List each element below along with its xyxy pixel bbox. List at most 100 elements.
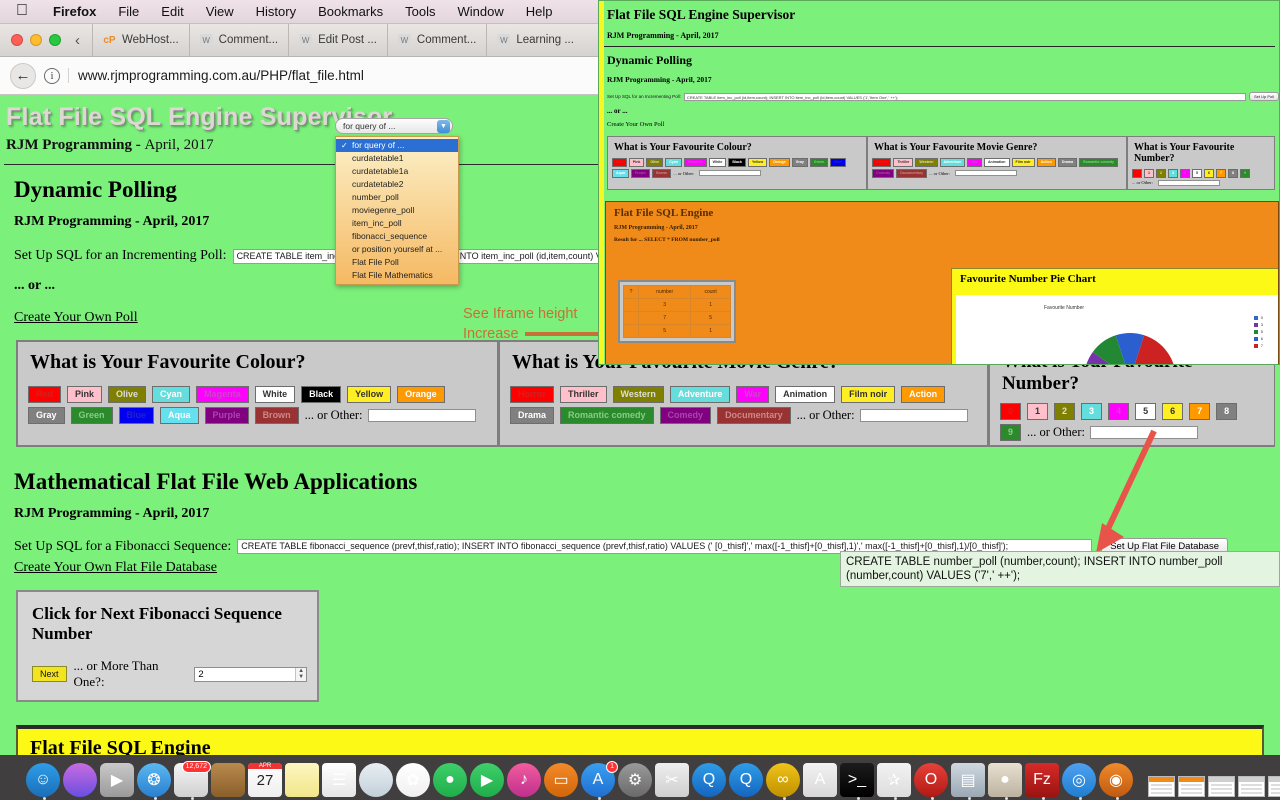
poll-option-aqua[interactable]: Aqua: [160, 407, 199, 424]
poll-other-input[interactable]: [1157, 179, 1220, 186]
apple-logo-icon[interactable]: : [10, 2, 42, 21]
poll-option-9[interactable]: 9: [1240, 169, 1250, 178]
poll-option-magenta[interactable]: Magenta: [683, 158, 707, 167]
poll-option-5[interactable]: 5: [1135, 403, 1157, 420]
dropdown-option-fibonacci-sequence[interactable]: fibonacci_sequence: [336, 230, 458, 243]
tab-comment-2[interactable]: W Comment...: [386, 24, 486, 57]
poll-option-orange[interactable]: Orange: [769, 158, 790, 167]
poll-option-gray[interactable]: Gray: [28, 407, 65, 424]
poll-option-yellow[interactable]: Yellow: [747, 158, 768, 167]
poll-other-input[interactable]: [955, 170, 1018, 176]
poll-option-pink[interactable]: Pink: [67, 386, 103, 403]
search-icon[interactable]: Q: [729, 763, 763, 797]
window2-setup-poll-button[interactable]: Set Up Poll: [1248, 92, 1279, 101]
siri-icon[interactable]: [63, 763, 97, 797]
poll-option-pink[interactable]: Pink: [628, 158, 645, 167]
menu-item-history[interactable]: History: [245, 4, 307, 19]
window-doc-2[interactable]: [1238, 776, 1265, 797]
next-fibonacci-button[interactable]: Next: [32, 666, 67, 682]
poll-option-adventure[interactable]: Adventure: [939, 158, 966, 167]
menu-item-bookmarks[interactable]: Bookmarks: [307, 4, 394, 19]
poll-option-comedy[interactable]: Comedy: [659, 407, 712, 424]
calendar-icon[interactable]: APR 27: [248, 763, 282, 797]
system-preferences-icon[interactable]: ⚙: [618, 763, 652, 797]
menu-item-file[interactable]: File: [107, 4, 150, 19]
poll-option-drama[interactable]: Drama: [510, 407, 555, 424]
window-orange-1[interactable]: [1148, 776, 1175, 797]
poll-option-drama[interactable]: Drama: [1057, 158, 1078, 167]
poll-option-orange[interactable]: Orange: [397, 386, 445, 403]
poll-option-2[interactable]: 2: [1156, 169, 1166, 178]
poll-option-horror[interactable]: Horror: [510, 386, 555, 403]
poll-option-8[interactable]: 8: [1228, 169, 1238, 178]
poll-option-black[interactable]: Black: [301, 386, 342, 403]
poll-option-cyan[interactable]: Cyan: [152, 386, 191, 403]
itunes-icon[interactable]: ♪: [507, 763, 541, 797]
facetime-icon[interactable]: ▶: [470, 763, 504, 797]
poll-option-action[interactable]: Action: [1036, 158, 1056, 167]
maximize-window-button[interactable]: [49, 34, 61, 46]
tab-scroll-left-icon[interactable]: ‹: [71, 32, 92, 49]
reminders-icon[interactable]: ☰: [322, 763, 356, 797]
poll-option-9[interactable]: 9: [1000, 424, 1022, 441]
window-doc-1[interactable]: [1208, 776, 1235, 797]
stepper-buttons[interactable]: ▲ ▼: [295, 667, 306, 681]
menu-item-edit[interactable]: Edit: [150, 4, 194, 19]
poll-option-black[interactable]: Black: [728, 158, 746, 167]
site-info-icon[interactable]: i: [44, 67, 60, 84]
dropdown-option-or-position-yourself-at[interactable]: or position yourself at ...: [336, 243, 458, 256]
poll-option-western[interactable]: Western: [915, 158, 938, 167]
komodo-icon[interactable]: ∞: [766, 763, 800, 800]
poll-option-western[interactable]: Western: [612, 386, 664, 403]
window2-sql-input[interactable]: CREATE TABLE item_inc_poll (id,item,coun…: [683, 92, 1246, 101]
dropdown-option-curdatetable1a[interactable]: curdatetable1a: [336, 165, 458, 178]
dropdown-option-item-inc-poll[interactable]: item_inc_poll: [336, 217, 458, 230]
poll-option-red[interactable]: Red: [612, 158, 627, 167]
poll-option-6[interactable]: 6: [1162, 403, 1184, 420]
poll-option-2[interactable]: 2: [1054, 403, 1076, 420]
poll-option-thriller[interactable]: Thriller: [560, 386, 607, 403]
poll-option-romantic-comedy[interactable]: Romantic comedy: [560, 407, 654, 424]
create-flat-file-database-link[interactable]: Create Your Own Flat File Database: [14, 560, 217, 576]
poll-option-0[interactable]: 0: [1132, 169, 1142, 178]
terminal-icon[interactable]: >_: [840, 763, 874, 800]
poll-option-olive[interactable]: Olive: [108, 386, 147, 403]
launchpad-icon[interactable]: ▶: [100, 763, 134, 797]
create-your-own-poll-link[interactable]: Create Your Own Poll: [14, 310, 138, 326]
menu-item-view[interactable]: View: [195, 4, 245, 19]
poll-option-4[interactable]: 4: [1180, 169, 1190, 178]
poll-option-comedy[interactable]: Comedy: [872, 168, 895, 178]
textedit-icon[interactable]: A: [803, 763, 837, 797]
menu-item-help[interactable]: Help: [515, 4, 564, 19]
poll-option-documentary[interactable]: Documentary: [896, 168, 928, 178]
poll-option-red[interactable]: Red: [28, 386, 62, 403]
window2-create-poll-link[interactable]: Create Your Own Poll: [607, 121, 1279, 128]
messages-icon[interactable]: ●: [433, 763, 467, 797]
filezilla-icon[interactable]: Fz: [1025, 763, 1059, 800]
poll-option-green[interactable]: Green: [70, 407, 113, 424]
finder-icon[interactable]: ☺: [26, 763, 60, 800]
photos-app-icon[interactable]: ✿: [396, 763, 430, 797]
poll-option-0[interactable]: 0: [1000, 403, 1022, 420]
tab-edit-post[interactable]: W Edit Post ...: [288, 24, 387, 57]
poll-option-brown[interactable]: Brown: [254, 407, 299, 424]
poll-option-olive[interactable]: Olive: [646, 158, 664, 167]
sequel-pro-icon[interactable]: ▤: [951, 763, 985, 800]
ibooks-icon[interactable]: ▭: [544, 763, 578, 797]
poll-option-blue[interactable]: Blue: [118, 407, 155, 424]
notes-icon[interactable]: [285, 763, 319, 797]
contacts-icon[interactable]: [211, 763, 245, 797]
poll-option-adventure[interactable]: Adventure: [669, 386, 731, 403]
preview-icon[interactable]: ✂: [655, 763, 689, 797]
poll-option-3[interactable]: 3: [1081, 403, 1103, 420]
poll-option-yellow[interactable]: Yellow: [347, 386, 392, 403]
more-than-one-stepper[interactable]: ▲ ▼: [194, 666, 307, 682]
tab-comment-1[interactable]: W Comment...: [188, 24, 288, 57]
poll-option-horror[interactable]: Horror: [872, 158, 892, 167]
poll-option-5[interactable]: 5: [1192, 169, 1202, 178]
poll-option-green[interactable]: Green: [809, 158, 829, 167]
poll-option-magenta[interactable]: Magenta: [196, 386, 249, 403]
poll-option-war[interactable]: War: [736, 386, 770, 403]
poll-option-3[interactable]: 3: [1168, 169, 1178, 178]
minimize-window-button[interactable]: [30, 34, 42, 46]
